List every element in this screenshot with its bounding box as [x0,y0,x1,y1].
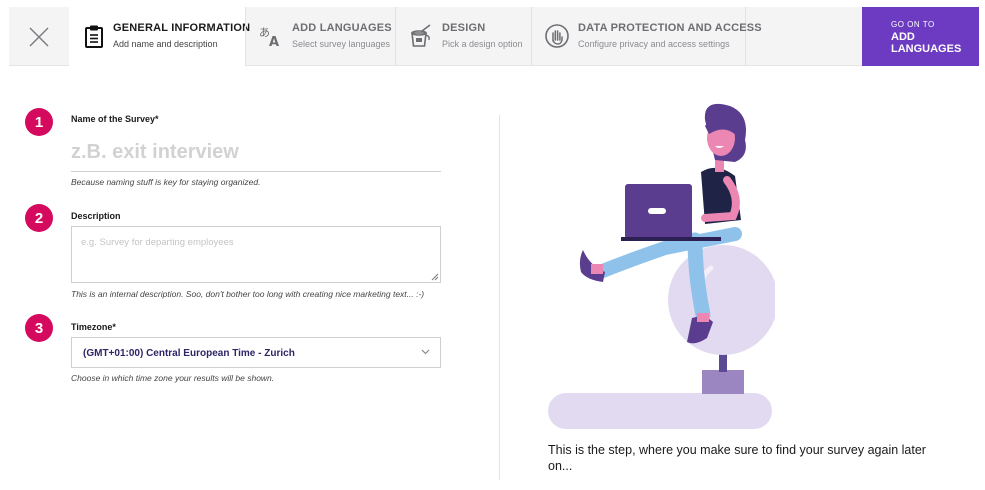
column-divider [499,115,500,480]
close-icon [29,27,49,46]
step-design[interactable]: DESIGN Pick a design option [395,7,531,66]
survey-name-input[interactable] [71,134,441,172]
step-add-languages[interactable]: あ A ADD LANGUAGES Select survey language… [245,7,395,66]
go-on-label-line2: LANGUAGES [891,43,962,55]
survey-name-hint: Because naming stuff is key for staying … [71,177,261,187]
step-number-badge: 1 [25,108,53,136]
description-hint: This is an internal description. Soo, do… [71,289,425,299]
woman-on-lightbulb-illustration [548,103,775,429]
go-on-label: ADD LANGUAGES [891,31,961,55]
hand-icon [545,24,569,48]
step-number-badge: 3 [25,314,53,342]
timezone-hint: Choose in which time zone your results w… [71,373,275,383]
description-label: Description [71,211,121,221]
resize-grip-icon[interactable] [430,272,439,281]
step-subtitle: Add name and description [113,39,218,49]
timezone-label: Timezone* [71,322,116,332]
go-on-button[interactable]: GO ON TO ADD LANGUAGES [862,7,979,66]
step-title: ADD LANGUAGES [292,22,392,34]
go-on-label-line1: ADD [891,31,915,43]
translate-icon: あ A [259,26,279,49]
step-subtitle: Configure privacy and access settings [578,39,730,49]
paint-bucket-icon [411,24,431,47]
description-textarea[interactable] [71,226,441,283]
timezone-value: (GMT+01:00) Central European Time - Zuri… [83,348,295,359]
step-title: GENERAL INFORMATION [113,22,251,34]
timezone-select[interactable]: (GMT+01:00) Central European Time - Zuri… [71,337,441,368]
step-data-protection[interactable]: DATA PROTECTION AND ACCESS Configure pri… [531,7,762,66]
wizard-navigation: GENERAL INFORMATION Add name and descrip… [9,7,979,67]
close-button[interactable] [9,7,69,66]
step-explanation-caption: This is the step, where you make sure to… [548,443,926,473]
step-title: DATA PROTECTION AND ACCESS [578,22,762,34]
go-on-caption: GO ON TO [891,20,935,29]
survey-name-label: Name of the Survey* [71,114,159,124]
step-number-badge: 2 [25,204,53,232]
clipboard-icon [85,25,103,48]
step-general-information[interactable]: GENERAL INFORMATION Add name and descrip… [69,7,250,67]
step-subtitle: Pick a design option [442,39,523,49]
step-title: DESIGN [442,22,486,34]
svg-text:A: A [269,35,279,49]
step-subtitle: Select survey languages [292,39,391,49]
chevron-down-icon [421,349,430,355]
